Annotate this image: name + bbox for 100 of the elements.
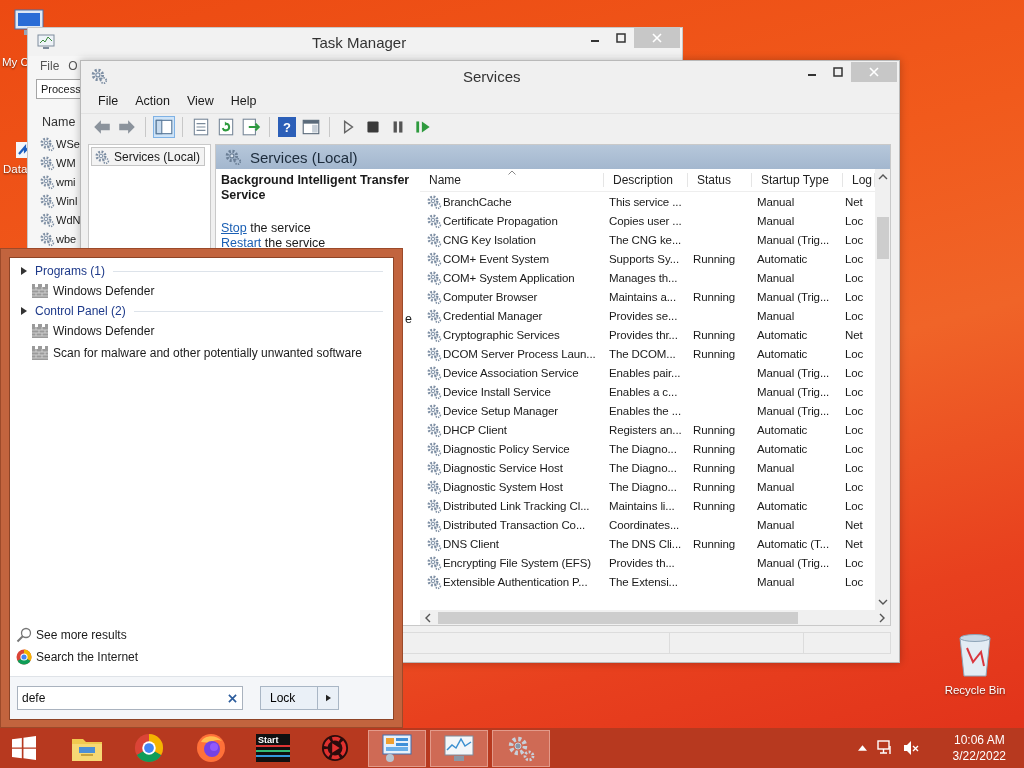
column-header[interactable]: Description bbox=[604, 173, 688, 187]
search-link[interactable]: See more results bbox=[36, 628, 127, 642]
service-name[interactable]: CNG Key Isolation bbox=[443, 233, 536, 246]
caret-icon[interactable] bbox=[857, 745, 867, 751]
service-name[interactable]: Extensible Authentication P... bbox=[443, 575, 588, 588]
table-cell-text: Manual (Trig... bbox=[756, 366, 831, 379]
menu-item[interactable]: File bbox=[40, 59, 60, 73]
taskbar-button[interactable] bbox=[492, 729, 550, 767]
service-name[interactable]: Device Install Service bbox=[443, 385, 551, 398]
service-name[interactable]: Device Association Service bbox=[443, 366, 579, 379]
service-name[interactable]: Diagnostic System Host bbox=[443, 480, 563, 493]
taskbar-button[interactable]: Start bbox=[256, 734, 290, 762]
window-title: Services bbox=[463, 68, 521, 85]
menu-item[interactable]: View bbox=[177, 94, 222, 108]
scroll-up-icon[interactable] bbox=[877, 173, 888, 181]
gear-icon bbox=[426, 383, 442, 400]
export-icon[interactable] bbox=[240, 116, 262, 138]
expand-arrow-icon[interactable] bbox=[21, 307, 27, 315]
gear-icon bbox=[39, 173, 55, 190]
scroll-right-icon[interactable] bbox=[878, 612, 886, 623]
vertical-scrollbar[interactable] bbox=[875, 169, 890, 610]
service-name[interactable]: Diagnostic Policy Service bbox=[443, 442, 570, 455]
browser-icon bbox=[16, 649, 32, 665]
help-button[interactable]: ? bbox=[278, 117, 296, 137]
search-link[interactable]: Search the Internet bbox=[36, 650, 139, 664]
service-name[interactable]: Distributed Transaction Co... bbox=[443, 518, 586, 531]
panel-icon[interactable] bbox=[153, 116, 175, 138]
service-name[interactable]: Encrypting File System (EFS) bbox=[443, 556, 591, 569]
service-name[interactable]: DCOM Server Process Laun... bbox=[443, 347, 596, 360]
app-icon[interactable] bbox=[321, 734, 349, 762]
arrow-button[interactable] bbox=[318, 686, 339, 710]
table-cell-text: Maintains li... bbox=[608, 499, 676, 512]
service-name[interactable]: BranchCache bbox=[443, 195, 512, 208]
network-icon[interactable] bbox=[876, 740, 893, 756]
result-item[interactable]: Windows Defender bbox=[53, 284, 155, 298]
action-link[interactable]: Restart bbox=[221, 236, 262, 250]
icon-label[interactable]: Recycle Bin bbox=[944, 684, 1006, 696]
table-cell-text: Net bbox=[844, 328, 864, 341]
menu-item[interactable]: Help bbox=[221, 94, 265, 108]
taskbar-button[interactable] bbox=[368, 729, 426, 767]
table-cell-text: Automatic bbox=[756, 328, 809, 341]
service-name[interactable]: Device Setup Manager bbox=[443, 404, 558, 417]
process-name[interactable]: WdN bbox=[56, 213, 81, 226]
gear-icon bbox=[426, 402, 442, 419]
service-name[interactable]: Credential Manager bbox=[443, 309, 543, 322]
taskbar-button[interactable] bbox=[430, 729, 488, 767]
scroll-thumb[interactable] bbox=[438, 611, 798, 624]
scroll-left-icon[interactable] bbox=[424, 612, 432, 623]
clear-icon[interactable] bbox=[228, 694, 237, 703]
tab[interactable]: Process bbox=[36, 79, 81, 99]
column-header[interactable]: Name bbox=[420, 173, 604, 187]
search-icon bbox=[16, 627, 32, 643]
table-cell-text: Manages th... bbox=[608, 271, 679, 284]
search-field[interactable]: defe bbox=[17, 686, 243, 710]
scroll-thumb[interactable] bbox=[876, 217, 889, 259]
service-name[interactable]: Cryptographic Services bbox=[443, 328, 560, 341]
service-name[interactable]: Diagnostic Service Host bbox=[443, 461, 563, 474]
menu-item[interactable]: Action bbox=[126, 94, 178, 108]
process-name[interactable]: wmi bbox=[56, 175, 76, 188]
process-name[interactable]: wbe bbox=[56, 232, 77, 245]
browser-icon[interactable] bbox=[196, 733, 226, 763]
result-item[interactable]: Windows Defender bbox=[53, 324, 155, 338]
wall-icon bbox=[32, 324, 48, 338]
start-button[interactable] bbox=[12, 736, 36, 760]
process-name[interactable]: WM bbox=[56, 156, 76, 169]
table-cell-text: Loc bbox=[844, 233, 865, 246]
expand-arrow-icon[interactable] bbox=[21, 267, 27, 275]
recycle-bin-icon[interactable] bbox=[957, 632, 993, 678]
process-name[interactable]: WSe bbox=[56, 137, 80, 150]
column-header[interactable]: Status bbox=[688, 173, 752, 187]
service-name[interactable]: DNS Client bbox=[443, 537, 499, 550]
icon-label[interactable]: Data bbox=[3, 163, 28, 175]
group-heading[interactable]: Control Panel (2) bbox=[35, 304, 126, 318]
gear-icon bbox=[94, 148, 110, 165]
service-name[interactable]: DHCP Client bbox=[443, 423, 507, 436]
group-heading[interactable]: Programs (1) bbox=[35, 264, 105, 278]
service-name[interactable]: Distributed Link Tracking Cl... bbox=[443, 499, 590, 512]
service-name[interactable]: Certificate Propagation bbox=[443, 214, 558, 227]
column-header[interactable]: Startup Type bbox=[752, 173, 843, 187]
horizontal-scrollbar[interactable] bbox=[420, 610, 890, 625]
clock-time[interactable]: 10:06 AM bbox=[953, 732, 1005, 748]
process-name[interactable]: Winl bbox=[56, 194, 78, 207]
column-header[interactable]: Name bbox=[42, 115, 76, 129]
service-name[interactable]: COM+ Event System bbox=[443, 252, 549, 265]
clock-date[interactable]: 3/22/2022 bbox=[952, 748, 1006, 764]
result-item[interactable]: Scan for malware and other potentially unwanted software bbox=[53, 346, 362, 360]
scroll-down-icon[interactable] bbox=[877, 598, 888, 606]
gear-icon bbox=[426, 497, 442, 514]
lock-button[interactable]: Lock bbox=[260, 686, 318, 710]
volume-muted-icon[interactable] bbox=[902, 740, 919, 756]
action-link[interactable]: Stop bbox=[221, 221, 247, 235]
service-name[interactable]: Computer Browser bbox=[443, 290, 538, 303]
menu-item[interactable]: File bbox=[89, 94, 127, 108]
menu-item[interactable]: O bbox=[68, 59, 78, 73]
table-cell-text: Running bbox=[692, 328, 737, 341]
service-name[interactable]: COM+ System Application bbox=[443, 271, 575, 284]
table-cell-text: Manual (Trig... bbox=[756, 556, 831, 569]
browser-icon[interactable] bbox=[134, 733, 164, 763]
close-icon bbox=[869, 67, 879, 77]
tree-item[interactable]: Services (Local) bbox=[91, 147, 206, 166]
